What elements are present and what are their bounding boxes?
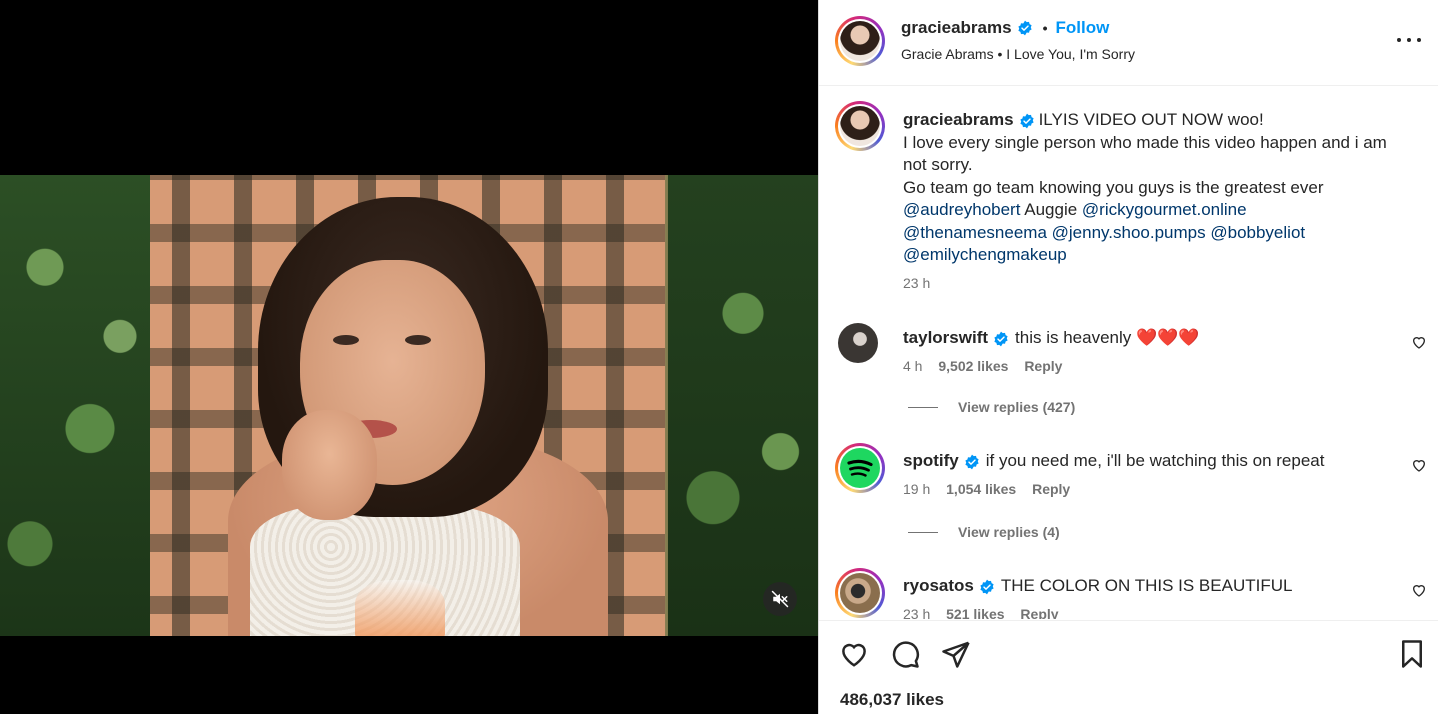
mention-rickygourmet[interactable]: @rickygourmet.online — [1082, 200, 1247, 219]
comment-item: ryosatos THE COLOR ON THIS IS BEAUTIFUL 2… — [835, 568, 1427, 619]
caption-line-3: Go team go team knowing you guys is the … — [903, 177, 1324, 197]
comment-username[interactable]: taylorswift — [903, 328, 988, 347]
comment-meta: 4 h 9,502 likes Reply — [903, 358, 1074, 374]
commenter-avatar[interactable] — [835, 443, 885, 493]
person-eye-left — [333, 335, 359, 345]
mention-jenny-shoo-pumps[interactable]: @jenny.shoo.pumps — [1052, 223, 1206, 242]
mention-audreyhobert[interactable]: @audreyhobert — [903, 200, 1020, 219]
mention-thenamesneema[interactable]: @thenamesneema — [903, 223, 1047, 242]
view-replies-button[interactable]: View replies (427) — [908, 399, 1075, 415]
post-action-bar: 486,037 likes — [819, 620, 1438, 714]
comment-reply-button[interactable]: Reply — [1020, 606, 1058, 619]
post-header: gracieabrams • Follow Gracie Abrams • I … — [819, 0, 1438, 86]
post-likes-count[interactable]: 486,037 likes — [840, 690, 944, 710]
heart-icon[interactable] — [839, 639, 869, 669]
commenter-avatar[interactable] — [835, 568, 885, 618]
author-avatar[interactable] — [835, 16, 885, 66]
comment-body: this is heavenly ❤️❤️❤️ — [1015, 328, 1200, 347]
video-frame[interactable] — [0, 175, 818, 636]
comment-item: taylorswift this is heavenly ❤️❤️❤️ 4 h 9… — [835, 320, 1427, 400]
caption-username[interactable]: gracieabrams — [903, 110, 1014, 129]
header-separator: • — [1042, 20, 1048, 36]
more-options-icon[interactable] — [1397, 30, 1421, 50]
header-username[interactable]: gracieabrams — [901, 18, 1012, 38]
comment-username[interactable]: spotify — [903, 451, 959, 470]
verified-badge-icon — [980, 579, 994, 594]
foliage-right — [668, 175, 818, 636]
header-user-row: gracieabrams • Follow — [901, 18, 1109, 38]
mention-bobbyeliot[interactable]: @bobbyeliot — [1210, 223, 1305, 242]
caption-line-1: ILYIS VIDEO OUT NOW woo! — [1038, 110, 1264, 129]
view-replies-button[interactable]: View replies (4) — [908, 524, 1060, 540]
comment-likes[interactable]: 521 likes — [946, 606, 1004, 619]
comment-body: THE COLOR ON THIS IS BEAUTIFUL — [1000, 576, 1293, 595]
caption-avatar[interactable] — [835, 101, 885, 151]
comment-text-row: spotify if you need me, i'll be watching … — [903, 451, 1324, 471]
commenter-avatar[interactable] — [838, 323, 878, 363]
caption-line-2: I love every single person who made this… — [903, 132, 1387, 175]
mute-button[interactable] — [763, 582, 797, 616]
comments-section[interactable]: gracieabrams ILYIS VIDEO OUT NOW woo! I l… — [819, 87, 1438, 619]
header-audio-subtitle[interactable]: Gracie Abrams • I Love You, I'm Sorry — [901, 46, 1135, 62]
post-media[interactable] — [0, 0, 818, 714]
comment-text-row: taylorswift this is heavenly ❤️❤️❤️ — [903, 328, 1199, 348]
author-avatar-image — [840, 21, 880, 61]
comment-username[interactable]: ryosatos — [903, 576, 974, 595]
comment-text-row: ryosatos THE COLOR ON THIS IS BEAUTIFUL — [903, 576, 1292, 596]
comment-meta: 19 h 1,054 likes Reply — [903, 481, 1082, 497]
comment-reply-button[interactable]: Reply — [1024, 358, 1062, 374]
comment-likes[interactable]: 9,502 likes — [938, 358, 1008, 374]
comment-meta: 23 h 521 likes Reply — [903, 606, 1071, 619]
caption-plain-auggie: Auggie — [1024, 200, 1078, 219]
comment-like-heart-icon[interactable] — [1411, 457, 1427, 473]
comment-timestamp[interactable]: 23 h — [903, 606, 930, 619]
follow-button[interactable]: Follow — [1055, 18, 1109, 38]
verified-badge-icon — [1019, 113, 1034, 128]
comment-item: spotify if you need me, i'll be watching … — [835, 443, 1427, 523]
comment-likes[interactable]: 1,054 likes — [946, 481, 1016, 497]
foliage-left — [0, 175, 150, 636]
comment-like-heart-icon[interactable] — [1411, 582, 1427, 598]
verified-badge-icon — [1017, 20, 1032, 36]
verified-badge-icon — [994, 331, 1008, 346]
caption-timestamp[interactable]: 23 h — [903, 275, 930, 291]
comment-like-heart-icon[interactable] — [1411, 334, 1427, 350]
caption-text: gracieabrams ILYIS VIDEO OUT NOW woo! I l… — [903, 109, 1413, 267]
drink-glass — [355, 580, 445, 636]
spotify-logo-icon — [840, 448, 880, 488]
person-hand — [282, 410, 377, 520]
post-sidebar: gracieabrams • Follow Gracie Abrams • I … — [818, 0, 1438, 714]
view-replies-label: View replies (427) — [958, 399, 1076, 415]
person-eye-right — [405, 335, 431, 345]
view-replies-label: View replies (4) — [958, 524, 1060, 540]
comment-reply-button[interactable]: Reply — [1032, 481, 1070, 497]
comment-body: if you need me, i'll be watching this on… — [985, 451, 1325, 470]
mention-emilychengmakeup[interactable]: @emilychengmakeup — [903, 245, 1067, 264]
speaker-muted-icon — [771, 590, 789, 608]
bookmark-icon[interactable] — [1397, 639, 1427, 669]
comment-icon[interactable] — [890, 639, 920, 669]
send-icon[interactable] — [941, 639, 971, 669]
comment-timestamp[interactable]: 19 h — [903, 481, 930, 497]
verified-badge-icon — [965, 454, 979, 469]
comment-timestamp[interactable]: 4 h — [903, 358, 922, 374]
